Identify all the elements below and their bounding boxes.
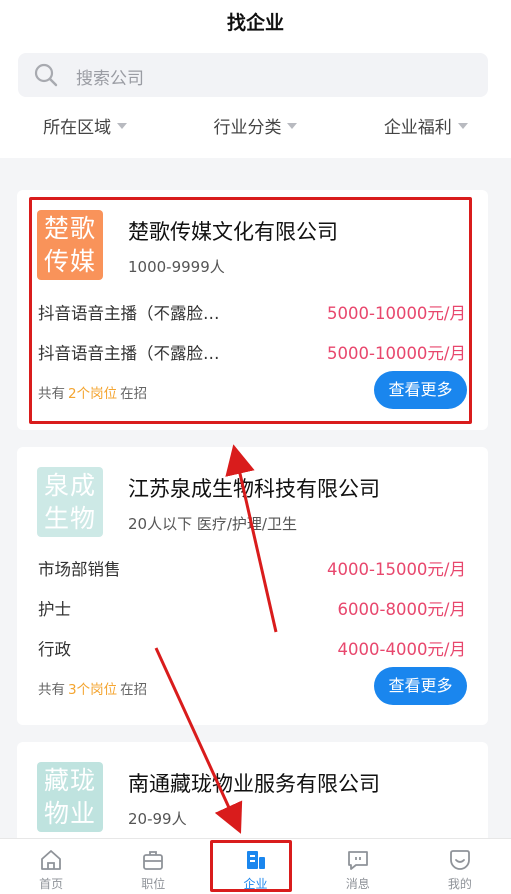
view-more-button[interactable]: 查看更多: [374, 667, 467, 705]
job-row[interactable]: 行政 4000-4000元/月: [38, 636, 466, 662]
tab-jobs-label: 职位: [141, 877, 166, 891]
company-logo-line: 生物: [43, 504, 96, 533]
company-logo-line: 藏珑: [43, 766, 96, 795]
top-header: 找企业 搜索公司 所在区域 行业分类 企业福利: [0, 0, 511, 158]
filter-benefits-label: 企业福利: [383, 118, 452, 138]
job-salary: 4000-15000元/月: [327, 560, 466, 579]
company-logo-line: 泉成: [43, 471, 96, 500]
search-input[interactable]: 搜索公司: [18, 53, 488, 97]
page-title: 找企业: [226, 12, 284, 34]
job-title: 行政: [38, 640, 71, 659]
job-title: 护士: [38, 600, 71, 619]
tab-jobs[interactable]: 职位: [102, 839, 204, 894]
summary-prefix: 共有: [38, 682, 65, 698]
company-card[interactable]: 泉成 生物 江苏泉成生物科技有限公司 20人以下 医疗/护理/卫生 市场部销售 …: [17, 447, 488, 725]
company-logo: 藏珑 物业: [37, 762, 103, 832]
tab-messages-label: 消息: [345, 877, 370, 891]
briefcase-icon: [143, 851, 164, 870]
filter-benefits[interactable]: 企业福利: [341, 113, 511, 143]
job-count-summary: 共有 3个岗位 在招: [38, 678, 147, 698]
highlight-box-companies-tab: [210, 840, 292, 892]
highlight-box-company-card: [29, 197, 472, 424]
search-icon: [34, 63, 58, 87]
chevron-down-icon: [457, 123, 468, 129]
company-logo-line: 物业: [43, 799, 96, 828]
job-salary: 6000-8000元/月: [337, 600, 467, 619]
summary-suffix: 在招: [120, 682, 148, 698]
filter-region[interactable]: 所在区域: [0, 113, 170, 143]
job-row[interactable]: 护士 6000-8000元/月: [38, 596, 466, 622]
filter-bar: 所在区域 行业分类 企业福利: [0, 113, 511, 143]
filter-region-label: 所在区域: [43, 118, 112, 138]
company-meta: 20人以下 医疗/护理/卫生: [128, 515, 297, 533]
job-count: 3个岗位: [68, 682, 118, 698]
company-name[interactable]: 江苏泉成生物科技有限公司: [128, 473, 380, 503]
job-row[interactable]: 市场部销售 4000-15000元/月: [38, 556, 466, 582]
company-meta: 20-99人: [128, 810, 187, 828]
job-title: 市场部销售: [38, 560, 121, 579]
job-salary: 4000-4000元/月: [337, 640, 467, 659]
company-logo: 泉成 生物: [37, 467, 103, 537]
tab-home-label: 首页: [39, 877, 64, 891]
message-icon: [347, 851, 368, 870]
company-name[interactable]: 南通藏珑物业服务有限公司: [128, 768, 380, 798]
tab-messages[interactable]: 消息: [307, 839, 409, 894]
profile-icon: [450, 850, 470, 870]
tab-home[interactable]: 首页: [0, 839, 102, 894]
tab-profile[interactable]: 我的: [409, 839, 511, 894]
filter-industry-label: 行业分类: [213, 118, 282, 138]
home-icon: [41, 850, 61, 870]
chevron-down-icon: [117, 123, 128, 129]
chevron-down-icon: [287, 123, 298, 129]
search-placeholder: 搜索公司: [76, 69, 144, 89]
filter-industry[interactable]: 行业分类: [170, 113, 340, 143]
tab-profile-label: 我的: [447, 877, 472, 891]
